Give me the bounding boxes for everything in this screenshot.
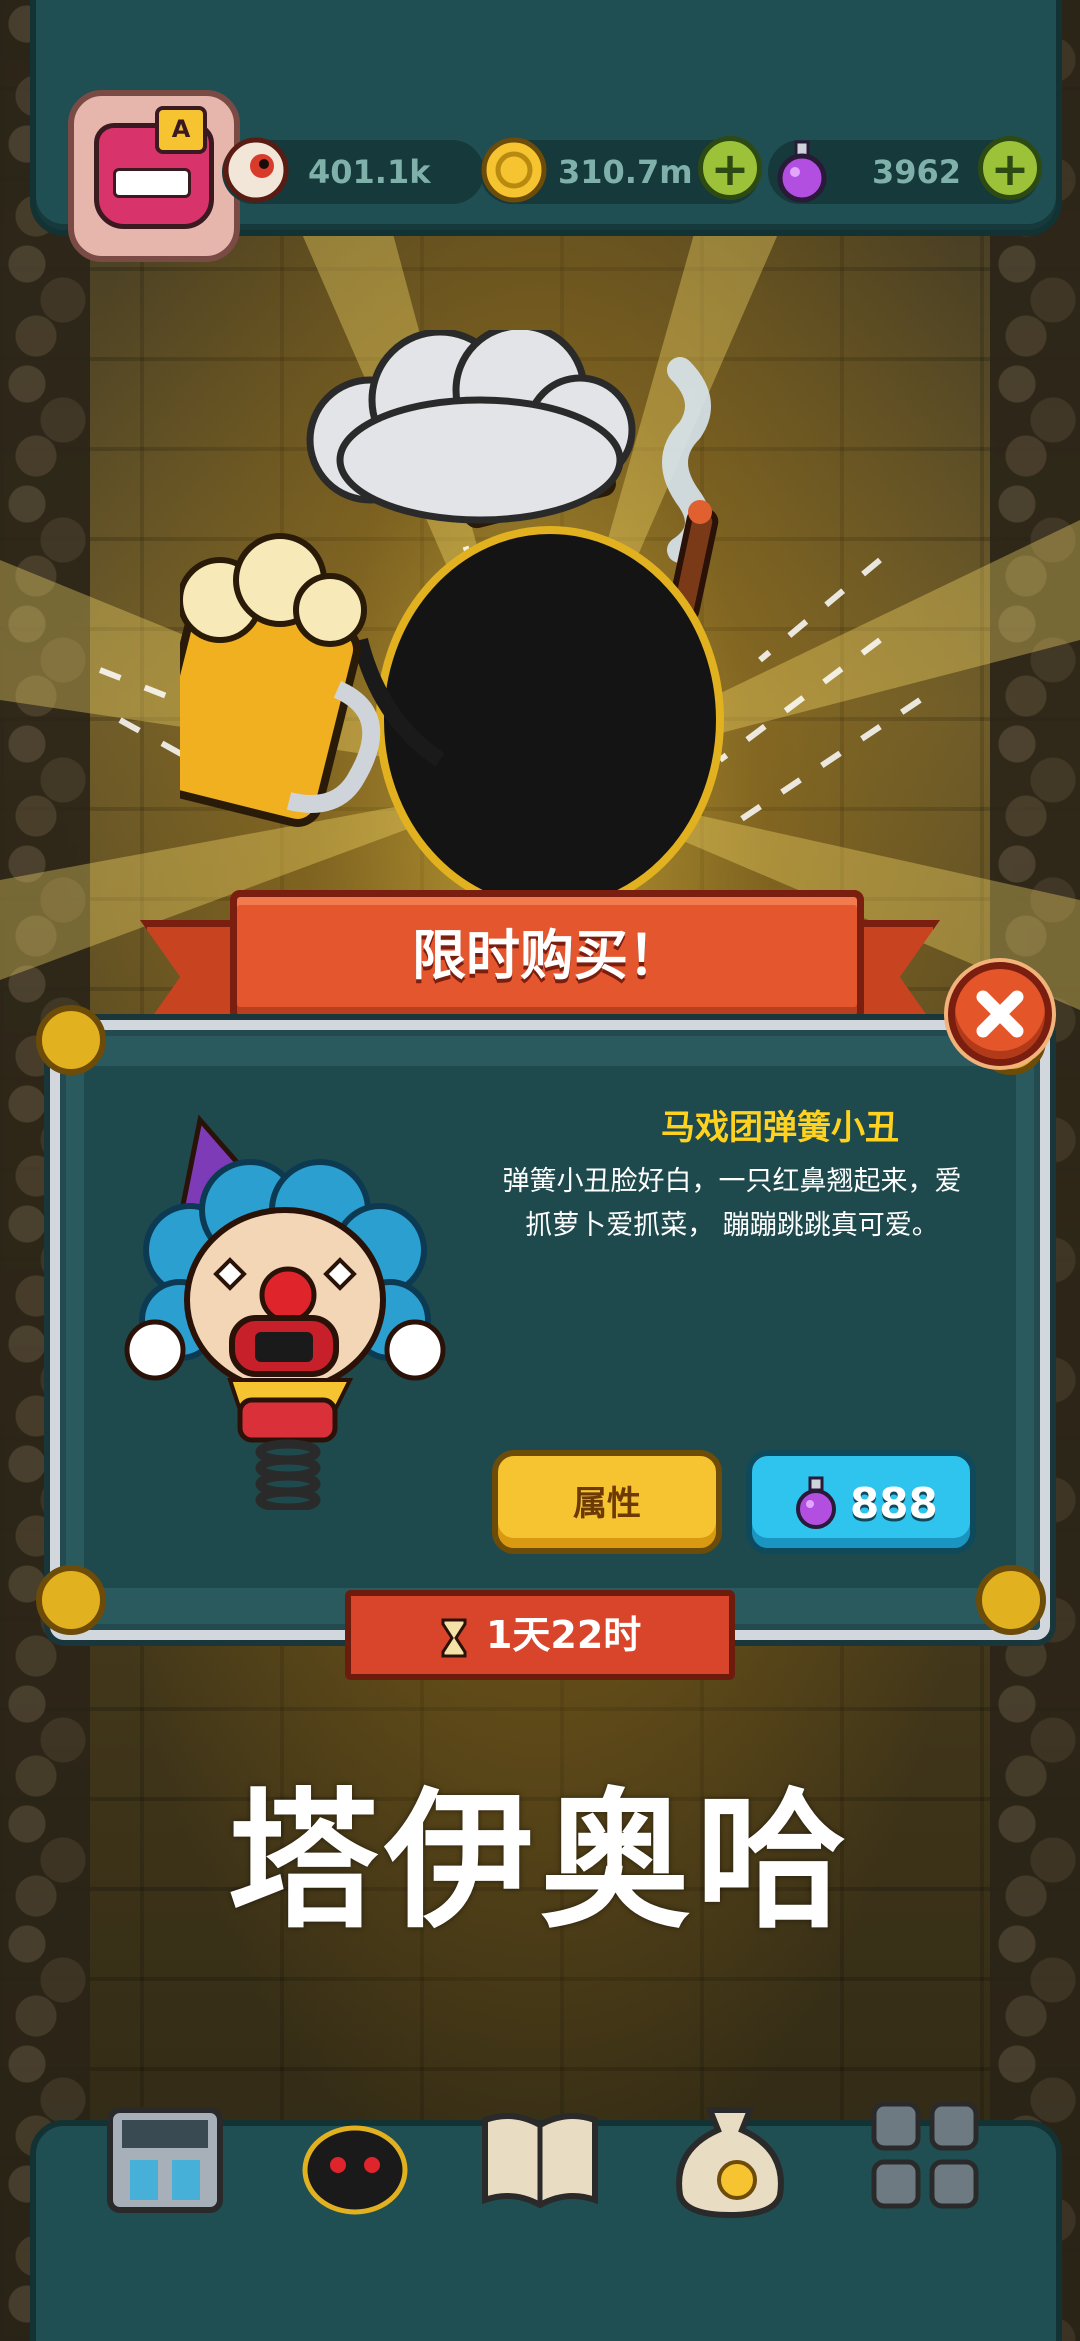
potion-resource: 3962 + bbox=[768, 136, 1042, 204]
price-value: 888 bbox=[850, 1479, 938, 1528]
money-bag-icon bbox=[676, 2107, 784, 2219]
gold-count: 310.7m bbox=[558, 153, 693, 191]
shop-icon bbox=[107, 2107, 223, 2213]
buy-button[interactable]: 888 bbox=[746, 1450, 976, 1554]
player-avatar[interactable]: A bbox=[68, 90, 240, 262]
item-name: 马戏团弹簧小丑 bbox=[661, 1108, 899, 1148]
book-icon bbox=[482, 2113, 598, 2209]
add-gold-button[interactable]: + bbox=[698, 136, 762, 200]
monster-avatar-icon: A bbox=[94, 106, 214, 229]
gold-coin-icon bbox=[480, 136, 548, 204]
eyeball-count: 401.1k bbox=[308, 153, 431, 191]
panel-corner-ornament bbox=[36, 1565, 106, 1635]
item-description: 弹簧小丑脸好白，一只红鼻翘起来，爱抓萝卜爱抓菜， 蹦蹦跳跳真可爱。 bbox=[502, 1166, 962, 1241]
purple-potion-icon bbox=[768, 136, 836, 204]
close-icon bbox=[976, 990, 1024, 1038]
caption-overlay: 塔伊奥哈 bbox=[227, 1775, 852, 1949]
grid-menu-icon bbox=[871, 2101, 979, 2209]
hourglass-icon bbox=[441, 1618, 467, 1657]
top-hud: A 401.1k 310.7m + 3962 + bbox=[30, 0, 1062, 262]
gold-resource: 310.7m + bbox=[480, 136, 762, 204]
close-button[interactable] bbox=[948, 962, 1052, 1066]
grid-menu-nav-button[interactable] bbox=[860, 2090, 990, 2220]
avatar-badge: A bbox=[155, 106, 207, 154]
chef-monster-character bbox=[180, 330, 724, 890]
add-potion-button[interactable]: + bbox=[978, 136, 1042, 200]
book-nav-button[interactable] bbox=[475, 2090, 605, 2220]
limited-offer-banner: 限时购买！ bbox=[140, 880, 940, 1034]
panel-corner-ornament bbox=[36, 1005, 106, 1075]
spring-clown-illustration bbox=[124, 1114, 446, 1510]
money-bag-nav-button[interactable] bbox=[665, 2090, 795, 2220]
timer-value: 1天22时 bbox=[485, 1613, 642, 1657]
offer-timer: 1天22时 bbox=[345, 1590, 735, 1680]
potion-count: 3962 bbox=[872, 153, 962, 191]
panel-corner-ornament bbox=[976, 1565, 1046, 1635]
eyeball-resource: 401.1k bbox=[222, 137, 484, 204]
purple-potion-icon bbox=[796, 1476, 836, 1529]
game-scene: A 401.1k 310.7m + 3962 + 限时购买！ 马戏团弹簧小丑 弹… bbox=[0, 0, 1080, 2341]
monsters-nav-button[interactable] bbox=[290, 2090, 420, 2220]
attributes-button[interactable]: 属性 bbox=[492, 1450, 722, 1554]
shop-nav-button[interactable] bbox=[100, 2090, 230, 2220]
eyeball-icon bbox=[222, 136, 290, 204]
banner-title: 限时购买！ bbox=[412, 924, 682, 987]
monsters-icon bbox=[302, 2125, 408, 2215]
